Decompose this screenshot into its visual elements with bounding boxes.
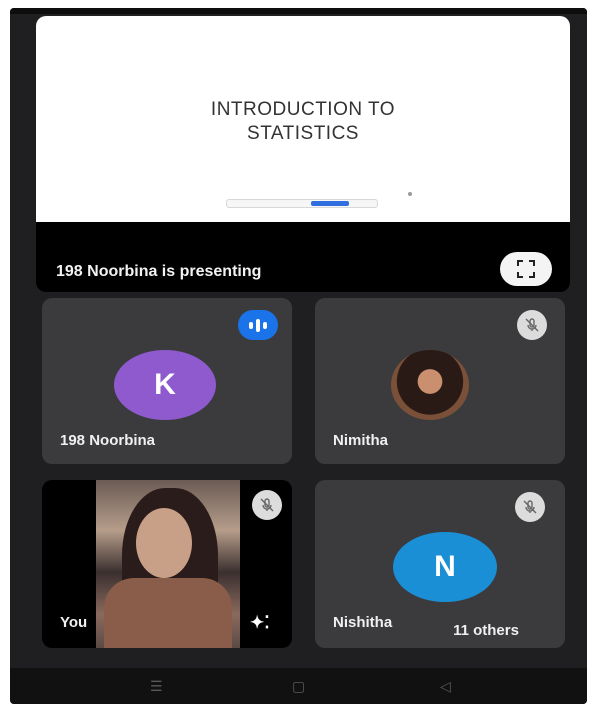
participant-name: Nimitha (333, 432, 389, 449)
fullscreen-icon (517, 260, 535, 278)
slide-title-line2: STATISTICS (247, 123, 359, 144)
menu-icon[interactable]: ☰ (150, 678, 163, 695)
shared-slide: INTRODUCTION TO STATISTICS (36, 16, 570, 222)
mic-off-icon (517, 310, 547, 340)
status-bar (10, 8, 587, 14)
fullscreen-button[interactable] (500, 252, 552, 286)
meeting-screen: INTRODUCTION TO STATISTICS 198 Noorbina … (10, 8, 587, 704)
participant-name: 198 Noorbina (60, 432, 156, 449)
avatar: K (114, 350, 216, 420)
slide-title-line1: INTRODUCTION TO (210, 99, 396, 120)
speaking-indicator-icon (238, 310, 278, 340)
participant-tile[interactable]: Nimitha (315, 298, 565, 464)
mic-off-icon (515, 492, 545, 522)
participant-name: Nishitha (333, 614, 393, 631)
slide-progress-bar (226, 199, 378, 208)
self-video-feed (96, 480, 240, 648)
avatar: N (393, 532, 497, 602)
presenter-label: 198 Noorbina is presenting (56, 263, 262, 280)
navigation-bar: ☰ ▢ ◁ (10, 668, 587, 704)
presentation-tile[interactable]: INTRODUCTION TO STATISTICS 198 Noorbina … (36, 16, 570, 292)
effects-icon[interactable]: ✦⁚ (250, 613, 270, 633)
back-icon[interactable]: ◁ (440, 678, 451, 695)
participant-name: You (60, 614, 88, 631)
home-icon[interactable]: ▢ (292, 678, 305, 695)
avatar (391, 350, 469, 420)
mic-off-icon (252, 490, 282, 520)
slide-title: INTRODUCTION TO STATISTICS (36, 98, 570, 146)
others-button[interactable]: 11 others (422, 612, 550, 648)
slide-pointer (408, 192, 412, 196)
participant-tile[interactable]: K 198 Noorbina (42, 298, 292, 464)
